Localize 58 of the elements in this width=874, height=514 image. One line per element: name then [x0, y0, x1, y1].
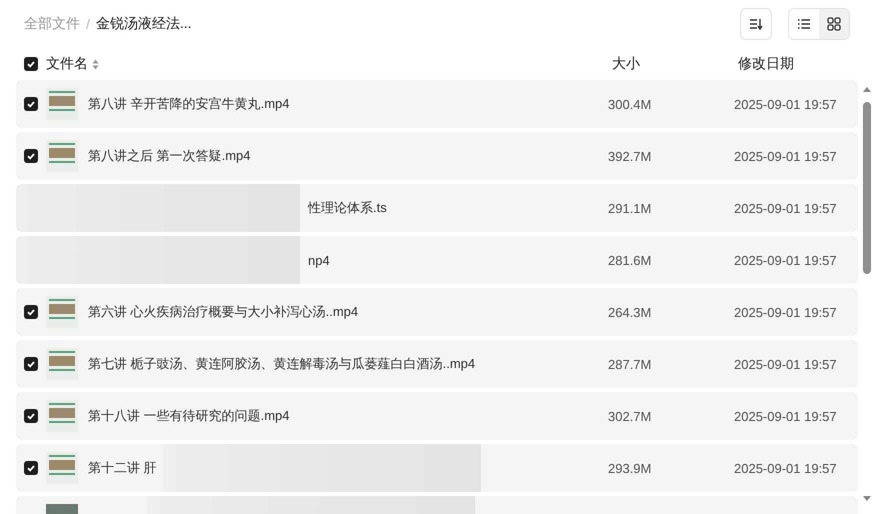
thumbnail-image — [46, 88, 78, 120]
thumbnail-image — [46, 452, 78, 484]
sort-button[interactable] — [740, 8, 772, 40]
file-row[interactable]: 性理论体系.ts 291.1M 2025-09-01 19:57 — [16, 184, 858, 232]
file-size: 293.9M — [608, 460, 652, 476]
file-size: 302.7M — [608, 408, 652, 424]
file-name: 第十二讲 肝 — [88, 459, 157, 477]
file-name: 第六讲 心火疾病治疗概要与大小补泻心汤..mp4 — [88, 303, 358, 321]
file-row[interactable]: 第六讲 心火疾病治疗概要与大小补泻心汤..mp4 264.3M 2025-09-01 19:57 — [16, 288, 858, 336]
sort-icon — [749, 18, 763, 30]
file-name: np4 — [308, 252, 330, 268]
breadcrumb-separator: / — [86, 16, 90, 32]
scroll-up-icon[interactable] — [863, 86, 871, 92]
grid-view-button[interactable] — [819, 9, 849, 39]
thumbnail-image — [46, 348, 78, 380]
file-row[interactable]: 第七讲 栀子豉汤、黄连阿胶汤、黄连解毒汤与瓜蒌薤白白酒汤..mp4 287.7M 2025-09-01 19:57 — [16, 340, 858, 388]
checkbox[interactable] — [24, 57, 38, 71]
modified-date: 2025-09-01 19:57 — [734, 460, 838, 476]
thumbnail-image — [46, 400, 78, 432]
file-size: 264.3M — [608, 304, 652, 320]
file-row[interactable]: 第十八讲 一些有待研究的问题.mp4 302.7M 2025-09-01 19:57 — [16, 392, 858, 440]
column-header[interactable]: 大小 — [612, 55, 738, 73]
modified-date: 2025-09-01 19:57 — [734, 96, 838, 112]
modified-date: 2025-09-01 19:57 — [734, 304, 838, 320]
file-row[interactable]: 第八讲之后 第一次答疑.mp4 392.7M 2025-09-01 19:57 — [16, 132, 858, 180]
file-size: 281.6M — [608, 252, 652, 268]
file-size: 291.1M — [608, 200, 652, 216]
file-row[interactable]: np4 281.6M 2025-09-01 19:57 — [16, 236, 858, 284]
thumbnail-image — [46, 140, 78, 172]
checkbox[interactable] — [24, 305, 38, 319]
scroll-down-icon[interactable] — [863, 496, 871, 502]
modified-date: 2025-09-01 19:57 — [734, 200, 838, 216]
checkbox[interactable] — [24, 357, 38, 371]
file-name: 性理论体系.ts — [308, 199, 387, 217]
modified-date: 2025-09-01 19:57 — [734, 356, 838, 372]
column-header[interactable]: 修改日期 — [738, 55, 794, 73]
file-size: 392.7M — [608, 148, 652, 164]
file-name: 第八讲之后 第一次答疑.mp4 — [88, 147, 251, 165]
file-name: 第八讲 辛开苦降的安宫牛黄丸.mp4 — [88, 95, 290, 113]
list-icon — [797, 18, 811, 30]
checkbox[interactable] — [24, 409, 38, 423]
modified-date: 2025-09-01 19:57 — [734, 252, 838, 268]
file-name: 第十八讲 一些有待研究的问题.mp4 — [88, 407, 290, 425]
column-header[interactable]: 文件名 — [46, 55, 88, 73]
checkbox[interactable] — [24, 97, 38, 111]
checkbox[interactable] — [24, 149, 38, 163]
modified-date: 2025-09-01 19:57 — [734, 148, 838, 164]
file-row[interactable]: 第八讲 辛开苦降的安宫牛黄丸.mp4 300.4M 2025-09-01 19:57 — [16, 80, 858, 128]
sort-icon[interactable] — [92, 58, 99, 70]
checkbox[interactable] — [24, 461, 38, 475]
modified-date: 2025-09-01 19:57 — [734, 408, 838, 424]
thumbnail-image — [46, 296, 78, 328]
file-size: 300.4M — [608, 96, 652, 112]
breadcrumb-item[interactable]: 金锐汤液经法... — [96, 15, 192, 33]
file-row[interactable]: 第十二讲 肝 293.9M 2025-09-01 19:57 — [16, 444, 858, 492]
file-size: 287.7M — [608, 356, 652, 372]
file-name: 第七讲 栀子豉汤、黄连阿胶汤、黄连解毒汤与瓜蒌薤白白酒汤..mp4 — [88, 355, 476, 373]
grid-icon — [827, 17, 841, 31]
